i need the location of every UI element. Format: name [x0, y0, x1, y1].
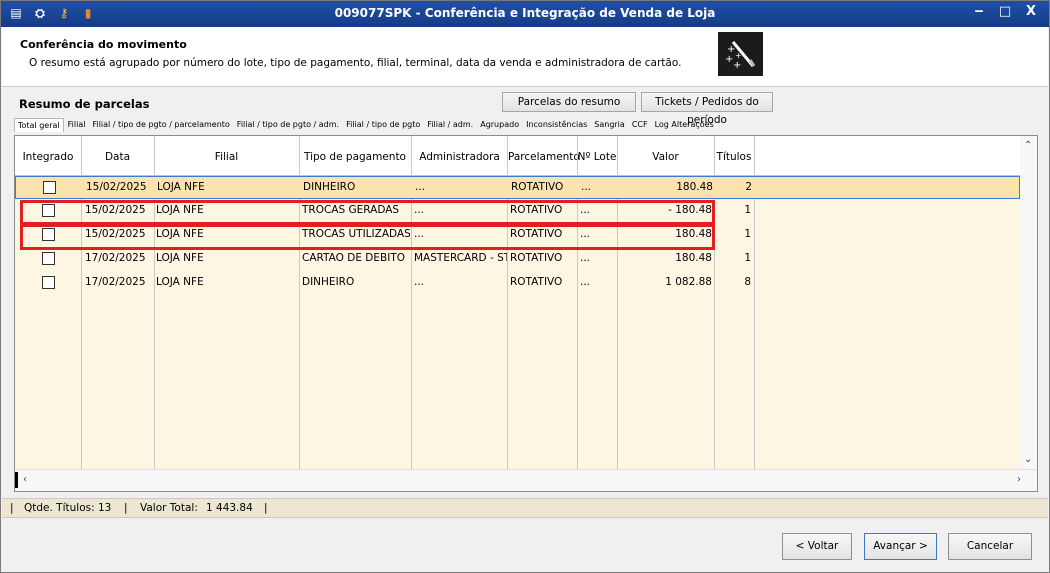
- magic-wand-icon: + + + +: [718, 32, 763, 76]
- valor-total-value: 1 443.84: [206, 502, 253, 514]
- cell-valor: 180.48: [675, 252, 712, 264]
- cell-tipo: TROCAS UTILIZADAS: [302, 228, 410, 240]
- status-separator: |: [124, 502, 128, 514]
- vertical-scrollbar[interactable]: ⌃ ⌄: [1020, 136, 1037, 469]
- parcelas-do-resumo-button[interactable]: Parcelas do resumo: [502, 92, 636, 112]
- tab-inconsistencias[interactable]: Inconsistências: [523, 118, 590, 132]
- table-row[interactable]: 15/02/2025 LOJA NFE TROCAS GERADAS ... R…: [15, 200, 1020, 223]
- integrado-checkbox[interactable]: [42, 204, 55, 217]
- table-row[interactable]: 17/02/2025 LOJA NFE CARTAO DE DEBITO MAS…: [15, 248, 1020, 271]
- voltar-button[interactable]: < Voltar: [782, 533, 852, 560]
- cell-tipo: TROCAS GERADAS: [302, 204, 400, 216]
- cell-parcelamento: ROTATIVO: [510, 276, 563, 288]
- cell-tipo: DINHEIRO: [303, 181, 356, 193]
- cell-administradora: ...: [414, 276, 425, 288]
- table-row[interactable]: 15/02/2025 LOJA NFE TROCAS UTILIZADAS ..…: [15, 224, 1020, 247]
- cell-administradora: ...: [414, 204, 425, 216]
- svg-text:+: +: [733, 60, 741, 71]
- cell-parcelamento: ROTATIVO: [510, 204, 563, 216]
- cell-lote: ...: [580, 204, 591, 216]
- cell-valor: 180.48: [675, 228, 712, 240]
- scroll-left-icon[interactable]: ‹: [23, 474, 27, 485]
- cell-data: 17/02/2025: [85, 252, 146, 264]
- cell-valor: 180.48: [676, 181, 713, 193]
- tab-filial-adm[interactable]: Filial / adm.: [424, 118, 476, 132]
- cell-filial: LOJA NFE: [157, 181, 205, 193]
- tab-filial-tipo[interactable]: Filial / tipo de pgto: [343, 118, 423, 132]
- valor-total-label: Valor Total:: [140, 502, 198, 514]
- scroll-down-icon[interactable]: ⌄: [1024, 454, 1032, 465]
- cell-data: 17/02/2025: [85, 276, 146, 288]
- tab-filial-tipo-adm[interactable]: Filial / tipo de pgto / adm.: [234, 118, 342, 132]
- cell-data: 15/02/2025: [85, 228, 146, 240]
- qtde-titulos-label: Qtde. Títulos:: [24, 502, 95, 514]
- tab-bar: Total geral Filial Filial / tipo de pgto…: [14, 118, 718, 132]
- cell-filial: LOJA NFE: [156, 228, 204, 240]
- cell-data: 15/02/2025: [86, 181, 147, 193]
- cell-titulos: 1: [744, 228, 751, 240]
- horizontal-scrollbar[interactable]: ‹ ›: [15, 469, 1037, 491]
- tab-agrupado[interactable]: Agrupado: [477, 118, 522, 132]
- header-description: O resumo está agrupado por número do lot…: [29, 57, 682, 69]
- integrado-checkbox[interactable]: [42, 228, 55, 241]
- cell-parcelamento: ROTATIVO: [510, 228, 563, 240]
- cell-lote: ...: [580, 228, 591, 240]
- cell-administradora: ...: [415, 181, 426, 193]
- cell-filial: LOJA NFE: [156, 252, 204, 264]
- cell-titulos: 8: [744, 276, 751, 288]
- status-bar: | Qtde. Títulos: 13 | Valor Total: 1 443…: [2, 498, 1048, 518]
- tab-ccf[interactable]: CCF: [629, 118, 651, 132]
- close-button[interactable]: X: [1023, 4, 1039, 22]
- maximize-button[interactable]: □: [997, 4, 1013, 22]
- integrado-checkbox[interactable]: [42, 276, 55, 289]
- status-separator: |: [10, 502, 14, 514]
- svg-text:+: +: [735, 51, 742, 60]
- wizard-header: Conferência do movimento O resumo está a…: [2, 27, 1048, 87]
- cell-data: 15/02/2025: [85, 204, 146, 216]
- tickets-pedidos-button[interactable]: Tickets / Pedidos do período: [641, 92, 773, 126]
- avancar-button[interactable]: Avançar >: [864, 533, 937, 560]
- cancelar-button[interactable]: Cancelar: [948, 533, 1032, 560]
- scroll-right-icon[interactable]: ›: [1017, 474, 1021, 485]
- status-separator: |: [264, 502, 268, 514]
- integrado-checkbox[interactable]: [43, 181, 56, 194]
- tab-filial[interactable]: Filial: [65, 118, 89, 132]
- header-title: Conferência do movimento: [20, 38, 187, 51]
- title-bar: ▤ ⛭ ⚷ ▮ 009077SPK - Conferência e Integr…: [1, 1, 1049, 27]
- cell-lote: ...: [580, 252, 591, 264]
- cell-parcelamento: ROTATIVO: [510, 252, 563, 264]
- main-window: ▤ ⛭ ⚷ ▮ 009077SPK - Conferência e Integr…: [0, 0, 1050, 573]
- cell-lote: ...: [581, 181, 592, 193]
- cell-administradora: ...: [414, 228, 425, 240]
- cell-administradora: MASTERCARD - STC: [414, 252, 507, 264]
- cell-tipo: CARTAO DE DEBITO: [302, 252, 406, 264]
- cell-lote: ...: [580, 276, 591, 288]
- row-marker: [15, 472, 18, 488]
- tab-filial-tipo-parcelamento[interactable]: Filial / tipo de pgto / parcelamento: [89, 118, 232, 132]
- scroll-up-icon[interactable]: ⌃: [1024, 140, 1032, 151]
- table-row[interactable]: 17/02/2025 LOJA NFE DINHEIRO ... ROTATIV…: [15, 272, 1020, 295]
- window-title: 009077SPK - Conferência e Integração de …: [334, 6, 716, 20]
- tab-total-geral[interactable]: Total geral: [14, 118, 64, 132]
- cell-valor: - 180.48: [668, 204, 712, 216]
- section-title: Resumo de parcelas: [19, 97, 150, 111]
- cell-titulos: 1: [744, 252, 751, 264]
- cell-tipo: DINHEIRO: [302, 276, 355, 288]
- integrado-checkbox[interactable]: [42, 252, 55, 265]
- minimize-button[interactable]: ‒: [971, 4, 987, 22]
- cell-parcelamento: ROTATIVO: [511, 181, 564, 193]
- tab-sangria[interactable]: Sangria: [591, 118, 628, 132]
- cell-titulos: 2: [745, 181, 752, 193]
- cell-filial: LOJA NFE: [156, 204, 204, 216]
- tab-log-alteracoes[interactable]: Log Alterações: [652, 118, 717, 132]
- qtde-titulos-value: 13: [98, 502, 112, 514]
- cell-filial: LOJA NFE: [156, 276, 204, 288]
- cell-valor: 1 082.88: [665, 276, 712, 288]
- data-grid[interactable]: Integrado Data Filial Tipo de pagamento …: [14, 135, 1038, 492]
- table-row[interactable]: 15/02/2025 LOJA NFE DINHEIRO ... ROTATIV…: [15, 176, 1020, 199]
- cell-titulos: 1: [744, 204, 751, 216]
